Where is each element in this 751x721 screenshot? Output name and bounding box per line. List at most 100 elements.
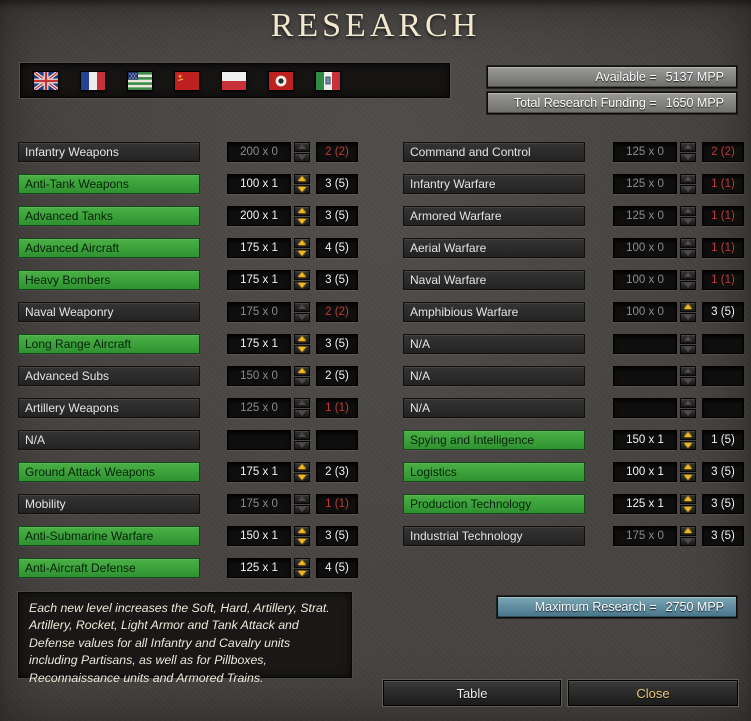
research-row: Armored Warfare 125 x 0 1 (1): [403, 206, 744, 226]
tech-name-label: Ground Attack Weapons: [18, 462, 200, 482]
decrease-investment-button: [680, 216, 696, 226]
investment-spinner: [680, 270, 696, 290]
investment-spinner: [294, 430, 310, 450]
increase-investment-button[interactable]: [294, 238, 310, 248]
flag-france-icon[interactable]: [80, 70, 106, 91]
decrease-investment-button[interactable]: [680, 504, 696, 514]
decrease-investment-button[interactable]: [294, 216, 310, 226]
increase-investment-button[interactable]: [680, 462, 696, 472]
increase-investment-button[interactable]: [294, 366, 310, 376]
decrease-investment-button: [680, 184, 696, 194]
down-arrow-icon: [684, 474, 692, 480]
investment-value: 175 x 0: [227, 302, 291, 322]
flag-uk-icon[interactable]: [33, 70, 59, 91]
up-arrow-icon: [684, 176, 692, 182]
research-row: N/A: [403, 366, 744, 386]
available-mpp-bar: Available = 5137 MPP: [487, 66, 737, 88]
decrease-investment-button[interactable]: [294, 472, 310, 482]
table-button[interactable]: Table: [383, 680, 561, 706]
increase-investment-button[interactable]: [680, 526, 696, 536]
decrease-investment-button[interactable]: [294, 184, 310, 194]
increase-investment-button[interactable]: [294, 526, 310, 536]
decrease-investment-button: [294, 440, 310, 450]
investment-spinner: [294, 142, 310, 162]
tech-name-label: Aerial Warfare: [403, 238, 585, 258]
up-arrow-icon: [684, 464, 692, 470]
investment-spinner: [680, 430, 696, 450]
increase-investment-button: [680, 334, 696, 344]
research-level: 3 (5): [316, 206, 358, 226]
decrease-investment-button[interactable]: [680, 472, 696, 482]
tech-name-label: Naval Weaponry: [18, 302, 200, 322]
down-arrow-icon: [298, 378, 306, 384]
investment-value: 125 x 0: [613, 206, 677, 226]
investment-value: 125 x 1: [613, 494, 677, 514]
decrease-investment-button[interactable]: [680, 440, 696, 450]
research-level: 1 (1): [702, 174, 744, 194]
research-level: 2 (2): [702, 142, 744, 162]
investment-value: 100 x 0: [613, 302, 677, 322]
research-row: Infantry Weapons 200 x 0 2 (2): [18, 142, 358, 162]
increase-investment-button[interactable]: [294, 206, 310, 216]
research-row: N/A: [403, 398, 744, 418]
increase-investment-button[interactable]: [294, 558, 310, 568]
tech-name-label: Production Technology: [403, 494, 585, 514]
up-arrow-icon: [298, 336, 306, 342]
research-row: Spying and Intelligence 150 x 1 1 (5): [403, 430, 744, 450]
up-arrow-icon: [298, 240, 306, 246]
decrease-investment-button[interactable]: [294, 344, 310, 354]
flag-china-icon[interactable]: [268, 70, 294, 91]
decrease-investment-button: [680, 280, 696, 290]
close-button[interactable]: Close: [568, 680, 738, 706]
increase-investment-button[interactable]: [294, 270, 310, 280]
down-arrow-icon: [298, 314, 306, 320]
tech-name-label: N/A: [18, 430, 200, 450]
increase-investment-button: [680, 238, 696, 248]
tech-name-label: Heavy Bombers: [18, 270, 200, 290]
funding-value: 1650 MPP: [665, 96, 724, 110]
flag-poland-icon[interactable]: [221, 70, 247, 91]
increase-investment-button[interactable]: [680, 430, 696, 440]
flag-ussr-icon[interactable]: [174, 70, 200, 91]
maximum-label: Maximum Research =: [534, 600, 657, 614]
investment-value: 100 x 1: [613, 462, 677, 482]
research-level: 2 (2): [316, 142, 358, 162]
down-arrow-icon: [684, 506, 692, 512]
flag-italy-icon[interactable]: [315, 70, 341, 91]
down-arrow-icon: [684, 154, 692, 160]
tech-name-label: Infantry Weapons: [18, 142, 200, 162]
research-row: Advanced Tanks 200 x 1 3 (5): [18, 206, 358, 226]
tech-name-label: Naval Warfare: [403, 270, 585, 290]
increase-investment-button[interactable]: [294, 174, 310, 184]
investment-spinner: [680, 494, 696, 514]
tech-name-label: Anti-Aircraft Defense: [18, 558, 200, 578]
up-arrow-icon: [298, 400, 306, 406]
increase-investment-button[interactable]: [294, 334, 310, 344]
increase-investment-button: [294, 302, 310, 312]
down-arrow-icon: [684, 282, 692, 288]
increase-investment-button[interactable]: [680, 302, 696, 312]
tech-description-text: Each new level increases the Soft, Hard,…: [29, 601, 330, 685]
decrease-investment-button: [294, 408, 310, 418]
research-row: Anti-Submarine Warfare 150 x 1 3 (5): [18, 526, 358, 546]
research-row: Artillery Weapons 125 x 0 1 (1): [18, 398, 358, 418]
flag-usa-icon[interactable]: [127, 70, 153, 91]
up-arrow-icon: [298, 208, 306, 214]
increase-investment-button: [680, 142, 696, 152]
research-level: 3 (5): [316, 526, 358, 546]
down-arrow-icon: [298, 186, 306, 192]
research-row: Naval Warfare 100 x 0 1 (1): [403, 270, 744, 290]
increase-investment-button[interactable]: [680, 494, 696, 504]
increase-investment-button: [680, 174, 696, 184]
investment-value: 125 x 0: [227, 398, 291, 418]
decrease-investment-button[interactable]: [294, 568, 310, 578]
tech-name-label: Anti-Submarine Warfare: [18, 526, 200, 546]
decrease-investment-button: [294, 504, 310, 514]
decrease-investment-button[interactable]: [294, 280, 310, 290]
decrease-investment-button[interactable]: [294, 536, 310, 546]
down-arrow-icon: [684, 218, 692, 224]
increase-investment-button[interactable]: [294, 462, 310, 472]
tech-name-label: Advanced Tanks: [18, 206, 200, 226]
decrease-investment-button[interactable]: [294, 248, 310, 258]
investment-spinner: [680, 526, 696, 546]
